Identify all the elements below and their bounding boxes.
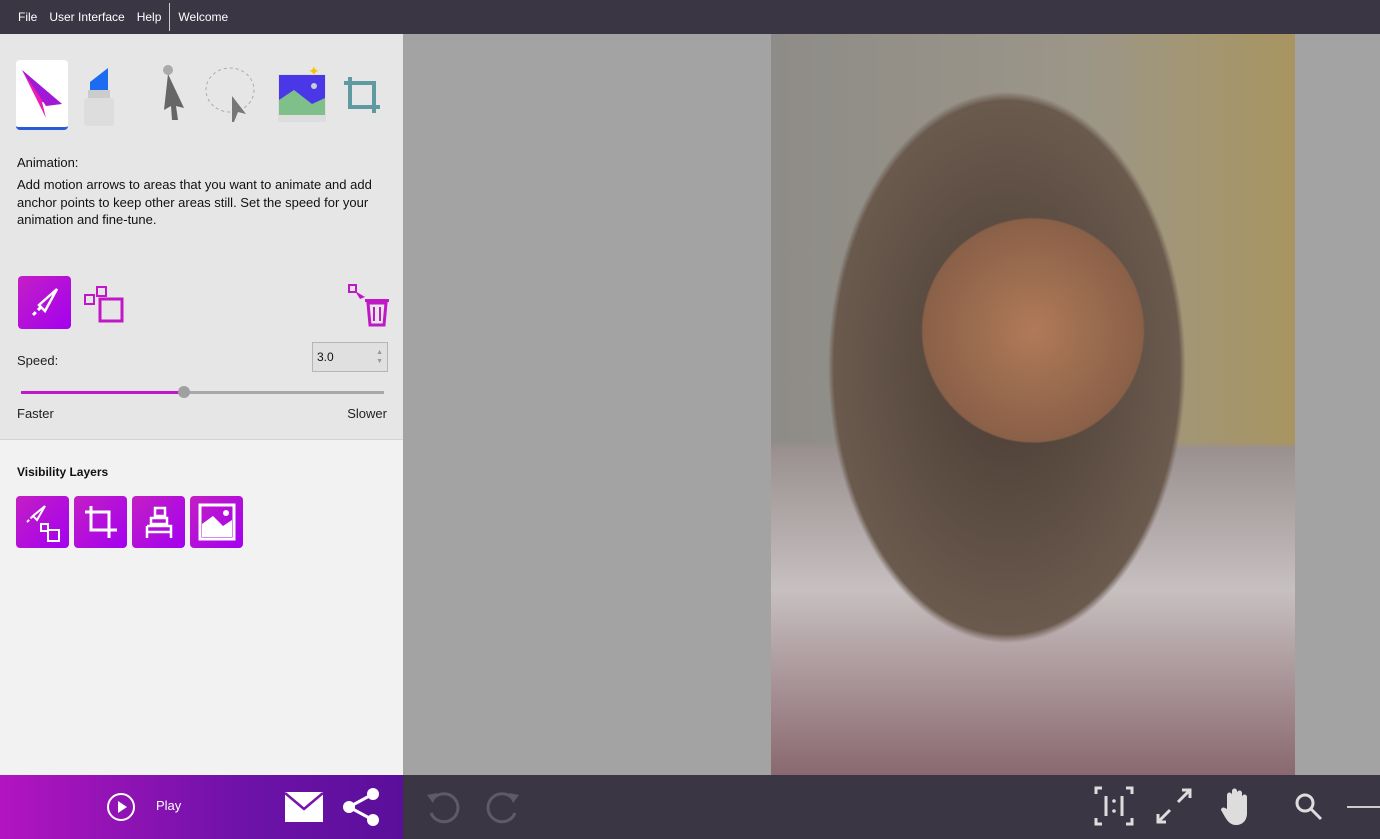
motion-arrow-icon <box>31 287 58 316</box>
menu-help[interactable]: Help <box>131 10 168 24</box>
play-button[interactable] <box>105 791 137 823</box>
pan-button[interactable] <box>1215 785 1257 829</box>
speed-spinbox[interactable]: 3.0 ▲ ▼ <box>312 342 388 372</box>
visibility-motion-button[interactable] <box>16 496 69 548</box>
search-icon <box>1295 793 1323 821</box>
spin-arrows[interactable]: ▲ ▼ <box>376 348 383 366</box>
animation-panel: ✦ Animation: Add motion arrows to areas … <box>0 34 403 440</box>
email-button[interactable] <box>283 789 325 825</box>
anchor-tool-button[interactable] <box>148 60 200 130</box>
crop-icon <box>344 77 380 113</box>
menu-bar: File User Interface Help Welcome <box>0 0 1380 34</box>
speed-slider-fill <box>21 391 185 394</box>
lasso-cursor-icon <box>205 67 255 122</box>
paper-plane-icon <box>22 69 62 118</box>
visibility-mask-button[interactable] <box>132 496 185 548</box>
view-toolbar <box>403 775 1380 839</box>
visibility-crop-button[interactable] <box>74 496 127 548</box>
hand-icon <box>1221 788 1247 825</box>
mail-icon <box>284 792 324 822</box>
redo-icon <box>486 792 519 824</box>
faster-label: Faster <box>17 406 54 421</box>
canvas-image[interactable] <box>771 34 1295 775</box>
lasso-tool-button[interactable] <box>204 60 256 130</box>
zoom-slider[interactable] <box>1347 806 1380 808</box>
speed-slider[interactable] <box>21 386 384 398</box>
panel-title: Animation: <box>17 155 79 170</box>
image-sparkle-icon: ✦ <box>278 64 326 122</box>
speed-label: Speed: <box>17 353 59 368</box>
share-icon <box>343 788 379 826</box>
marker-icon <box>84 68 114 126</box>
motion-anchor-icon <box>25 505 60 542</box>
animation-tool-button[interactable] <box>16 60 68 130</box>
redo-button[interactable] <box>483 787 523 827</box>
anchor-squares-icon <box>83 285 123 322</box>
motion-arrow-button[interactable] <box>18 276 71 329</box>
enhance-tool-button[interactable]: ✦ <box>276 60 328 130</box>
expand-icon <box>1156 788 1192 824</box>
image-icon <box>198 503 235 541</box>
menu-file[interactable]: File <box>12 10 43 24</box>
undo-icon <box>427 792 460 824</box>
menu-user-interface[interactable]: User Interface <box>43 10 130 24</box>
menu-divider <box>169 3 171 31</box>
undo-button[interactable] <box>423 787 463 827</box>
anchor-cursor-icon <box>163 65 184 120</box>
play-icon <box>107 793 135 821</box>
crop-tool-button[interactable] <box>336 60 388 130</box>
delete-selection-button[interactable] <box>340 276 393 329</box>
mask-tool-button[interactable] <box>72 60 124 130</box>
svg-text:✦: ✦ <box>308 64 320 79</box>
actual-size-icon <box>1094 786 1134 826</box>
play-label[interactable]: Play <box>156 798 181 813</box>
left-panel: ✦ Animation: Add motion arrows to areas … <box>0 34 403 775</box>
share-button[interactable] <box>340 787 382 827</box>
zoom-button[interactable] <box>1291 789 1327 825</box>
visibility-image-button[interactable] <box>190 496 243 548</box>
fit-screen-button[interactable] <box>1153 785 1195 827</box>
trash-icon <box>347 283 389 326</box>
slower-label: Slower <box>347 406 387 421</box>
crop-icon <box>84 506 117 538</box>
marker-icon <box>145 506 172 538</box>
visibility-layers-title: Visibility Layers <box>17 465 109 479</box>
action-bar: Play <box>0 775 403 839</box>
panel-description: Add motion arrows to areas that you want… <box>17 177 372 227</box>
tab-welcome[interactable]: Welcome <box>172 10 234 24</box>
anchor-points-button[interactable] <box>76 276 129 329</box>
speed-slider-thumb[interactable] <box>178 386 191 398</box>
speed-value: 3.0 <box>317 350 334 364</box>
actual-size-button[interactable] <box>1093 785 1135 827</box>
